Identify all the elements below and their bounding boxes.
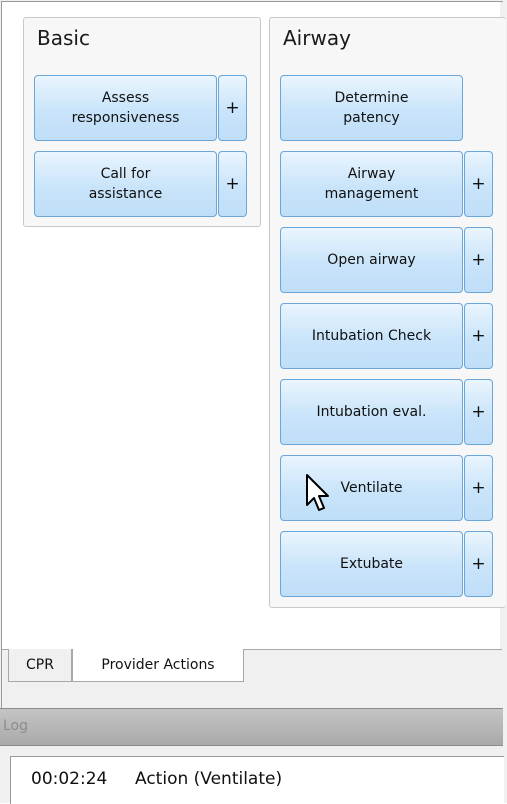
provider-actions-panel: Basic Assess responsiveness + Call for a… (2, 2, 506, 649)
log-list[interactable]: 00:02:24 Action (Ventilate) (10, 756, 504, 804)
intubation-eval-plus-button[interactable]: + (464, 379, 493, 445)
ventilate-plus-button[interactable]: + (464, 455, 493, 521)
open-airway-button[interactable]: Open airway (280, 227, 463, 293)
tab-provider-actions[interactable]: Provider Actions (72, 649, 244, 682)
call-for-assistance-plus-button[interactable]: + (218, 151, 247, 217)
ventilate-button[interactable]: Ventilate (280, 455, 463, 521)
determine-patency-button[interactable]: Determine patency (280, 75, 463, 141)
intubation-check-plus-button[interactable]: + (464, 303, 493, 369)
log-panel: 00:02:24 Action (Ventilate) (0, 746, 504, 804)
open-airway-plus-button[interactable]: + (464, 227, 493, 293)
log-entry-text: Action (Ventilate) (135, 769, 283, 789)
airway-group: Airway Determine patency Airway manageme… (269, 17, 506, 608)
intubation-check-button[interactable]: Intubation Check (280, 303, 463, 369)
tab-bar: CPR Provider Actions (2, 649, 502, 688)
log-title: Log (3, 718, 29, 734)
assess-responsiveness-button[interactable]: Assess responsiveness (34, 75, 217, 141)
extubate-button[interactable]: Extubate (280, 531, 463, 597)
log-header: Log (0, 708, 503, 746)
extubate-plus-button[interactable]: + (464, 531, 493, 597)
basic-group-title: Basic (37, 26, 90, 50)
tab-cpr[interactable]: CPR (8, 649, 72, 682)
app-window: Basic Assess responsiveness + Call for a… (0, 0, 507, 804)
call-for-assistance-button[interactable]: Call for assistance (34, 151, 217, 217)
airway-group-title: Airway (283, 26, 351, 50)
airway-management-plus-button[interactable]: + (464, 151, 493, 217)
intubation-eval-button[interactable]: Intubation eval. (280, 379, 463, 445)
log-entry-time: 00:02:24 (31, 769, 108, 789)
airway-management-button[interactable]: Airway management (280, 151, 463, 217)
basic-group: Basic Assess responsiveness + Call for a… (23, 17, 261, 227)
assess-responsiveness-plus-button[interactable]: + (218, 75, 247, 141)
